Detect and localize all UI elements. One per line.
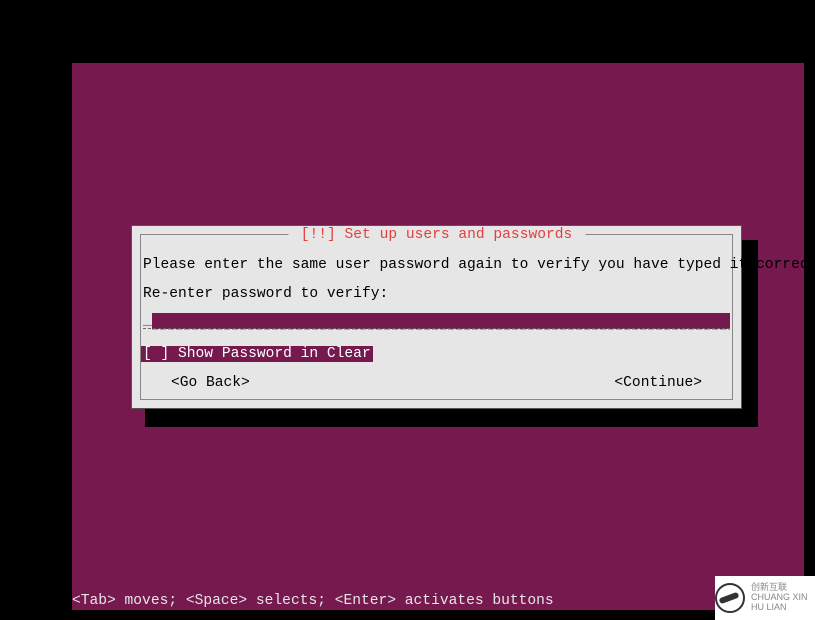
help-bar: <Tab> moves; <Space> selects; <Enter> ac… xyxy=(72,593,554,609)
dialog-buttons: <Go Back> <Continue> xyxy=(143,375,730,391)
field-underline xyxy=(143,327,730,329)
continue-button[interactable]: <Continue> xyxy=(614,375,702,391)
watermark: 创新互联 CHUANG XIN HU LIAN xyxy=(715,576,815,620)
dialog-instruction: Please enter the same user password agai… xyxy=(143,257,815,273)
watermark-text: 创新互联 CHUANG XIN HU LIAN xyxy=(751,583,815,613)
show-password-checkbox[interactable]: [ ] Show Password in Clear xyxy=(141,346,373,362)
go-back-button[interactable]: <Go Back> xyxy=(171,375,250,391)
checkbox-label: Show Password in Clear xyxy=(178,346,371,362)
watermark-line2: CHUANG XIN HU LIAN xyxy=(751,593,815,613)
password-verify-dialog: [!!] Set up users and passwords Please e… xyxy=(131,225,742,409)
dialog-frame: [!!] Set up users and passwords Please e… xyxy=(140,234,733,400)
dialog-title: [!!] Set up users and passwords xyxy=(288,227,585,243)
watermark-logo-icon xyxy=(715,583,745,613)
password-prompt: Re-enter password to verify: xyxy=(143,286,388,302)
